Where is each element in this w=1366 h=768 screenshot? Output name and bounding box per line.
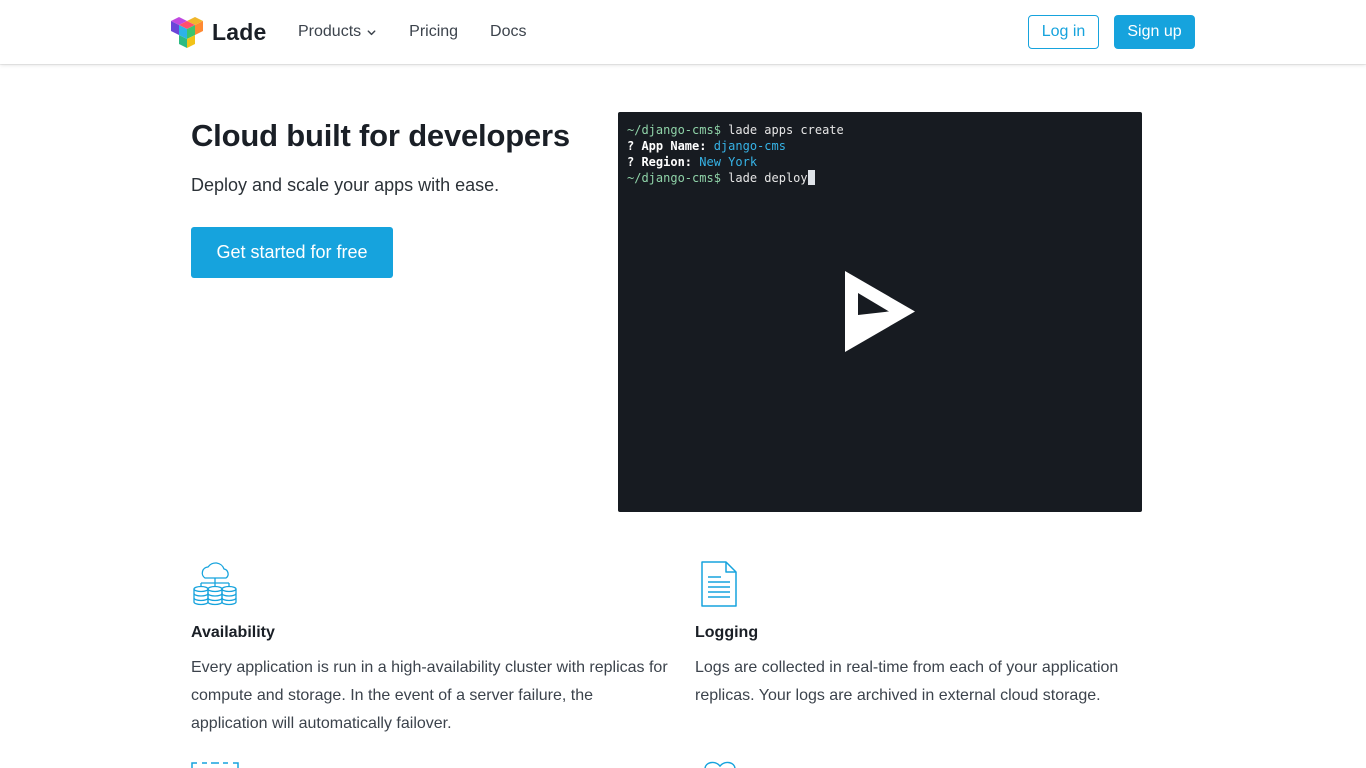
nav-pricing-label: Pricing: [409, 23, 459, 40]
terminal-answer: django-cms: [706, 139, 786, 153]
brand-logo-link[interactable]: Lade: [170, 15, 266, 49]
nav-products[interactable]: Products: [298, 23, 377, 41]
terminal-answer: New York: [692, 155, 758, 169]
main-nav: Products Pricing Docs: [298, 0, 559, 64]
terminal-prompt: ~/django-cms$: [627, 123, 721, 137]
get-started-button[interactable]: Get started for free: [191, 227, 393, 278]
terminal-line: ~/django-cms$ lade apps create: [627, 122, 844, 138]
hero-subtitle: Deploy and scale your apps with ease.: [191, 175, 500, 195]
hero-title: Cloud built for developers: [191, 118, 570, 153]
terminal-line: ~/django-cms$ lade deploy: [627, 170, 844, 186]
feature-logging: Logging Logs are collected in real-time …: [695, 560, 1175, 704]
frame-icon: [191, 762, 239, 768]
terminal-line: ? App Name: django-cms: [627, 138, 844, 154]
terminal-question: ? App Name:: [627, 139, 707, 153]
feature-title: Logging: [695, 624, 759, 641]
signup-button[interactable]: Sign up: [1114, 15, 1195, 49]
terminal-question: ? Region:: [627, 155, 693, 169]
document-icon: [701, 561, 737, 607]
login-button[interactable]: Log in: [1028, 15, 1099, 49]
heart-icon: [704, 761, 736, 768]
feature-description: Every application is run in a high-avail…: [191, 659, 668, 732]
play-icon[interactable]: [845, 271, 915, 352]
lade-logo-icon: [171, 17, 203, 48]
terminal-output: ~/django-cms$ lade apps create? App Name…: [627, 122, 844, 186]
top-navbar: Lade Products Pricing Docs Log in Sign u…: [0, 0, 1366, 64]
terminal-command: lade deploy: [720, 171, 808, 185]
feature-description: Logs are collected in real-time from eac…: [695, 659, 1119, 704]
terminal-command: lade apps create: [720, 123, 844, 137]
nav-docs-label: Docs: [490, 23, 527, 40]
feature-title: Availability: [191, 624, 275, 641]
feature-availability: Availability Every application is run in…: [191, 560, 671, 732]
nav-docs[interactable]: Docs: [490, 23, 526, 41]
terminal-cursor: [807, 170, 815, 185]
terminal-line: ? Region: New York: [627, 154, 844, 170]
brand-name: Lade: [212, 18, 267, 45]
nav-products-label: Products: [298, 23, 362, 40]
cloud-database-icon: [193, 562, 237, 606]
terminal-prompt: ~/django-cms$: [627, 171, 721, 185]
chevron-down-icon: [367, 29, 376, 35]
nav-pricing[interactable]: Pricing: [409, 23, 458, 41]
